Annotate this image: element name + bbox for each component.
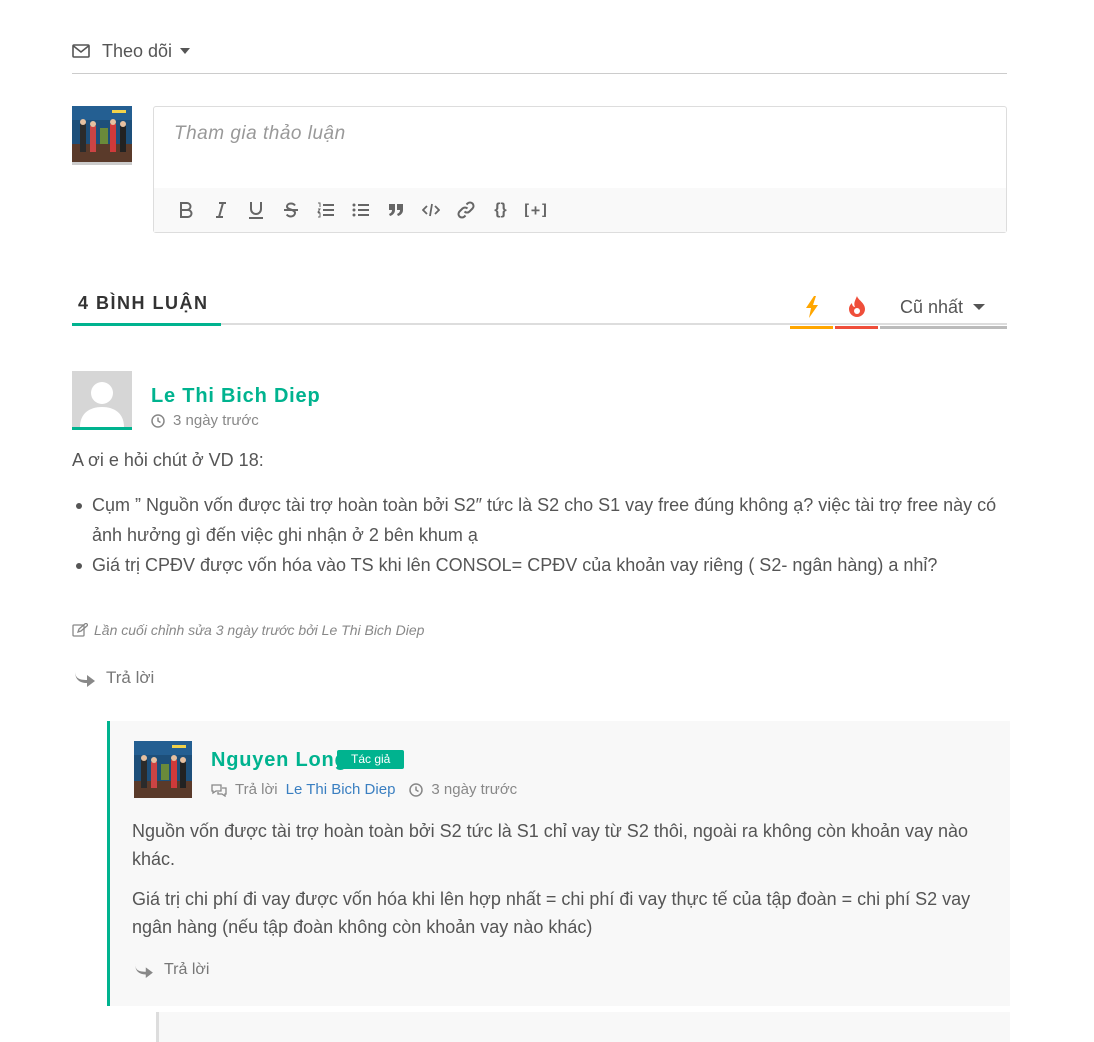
spoiler-button[interactable]: [+] [518,198,553,222]
reply-author-name[interactable]: Nguyen Long [211,749,348,772]
italic-button[interactable] [203,198,238,222]
caret-down-icon [973,304,986,310]
nested-reply [156,1012,1010,1042]
envelope-icon [72,44,90,58]
reply-label: Trả lời [106,668,155,687]
unordered-list-icon [352,203,369,217]
reply-label: Trả lời [164,961,210,978]
comments-icon [211,783,227,797]
list-item: Cụm ” Nguồn vốn được tài trợ hoàn toàn b… [76,490,1027,550]
reply-arrow-icon [135,963,153,978]
reply-button[interactable]: Trả lời [74,668,154,688]
comment-text: A ơi e hỏi chút ở VD 18: [72,450,264,470]
comment-author-name[interactable]: Le Thi Bich Diep [151,385,320,408]
sort-oldest-dropdown[interactable]: Cũ nhất [880,288,1007,329]
link-icon [456,201,475,219]
author-badge: Tác giả [337,750,405,769]
strikethrough-icon [283,202,298,218]
comment-timestamp[interactable]: 3 ngày trước [151,412,259,429]
unordered-list-button[interactable] [343,198,378,222]
link-button[interactable] [448,198,483,222]
caret-down-icon [180,48,191,54]
underline-icon [248,202,263,219]
sort-newest-button[interactable] [790,288,833,329]
code-icon [421,203,440,217]
ordered-list-icon [316,202,334,218]
clock-icon [409,782,424,797]
list-item: Giá trị CPĐV được vốn hóa vào TS khi lên… [76,550,1027,580]
last-edited-text: Lần cuối chỉnh sửa 3 ngày trước bởi Le T… [94,622,425,638]
ordered-list-button[interactable] [308,198,343,222]
reply-time[interactable]: 3 ngày trước [431,781,517,798]
strikethrough-button[interactable] [273,198,308,222]
reply-to-link[interactable]: Le Thi Bich Diep [286,781,396,798]
clock-icon [151,413,165,428]
current-user-avatar [72,106,132,165]
code-button[interactable] [413,198,448,222]
source-code-button[interactable]: {} [483,198,518,222]
reply-button[interactable]: Trả lời [134,961,209,979]
comment-time-text: 3 ngày trước [173,412,259,429]
editor-toolbar: {} [+] [154,188,1006,232]
last-edited-note: Lần cuối chỉnh sửa 3 ngày trước bởi Le T… [72,622,424,638]
reply-text: Nguồn vốn được tài trợ hoàn toàn bởi S2 … [132,821,969,869]
follow-label: Theo dõi [102,40,173,61]
edit-icon [72,623,88,637]
comments-header-active-line [72,323,221,326]
reply-text: Giá trị chi phí đi vay được vốn hóa khi … [132,889,971,937]
reply-meta: Trả lời Le Thi Bich Diep 3 ngày trước [211,781,517,798]
reply-author-avatar [134,741,192,798]
comment-author-avatar [72,371,132,430]
comments-count-title: 4 BÌNH LUẬN [78,293,209,313]
fire-icon [848,296,865,317]
sort-hottest-button[interactable] [835,288,878,329]
blockquote-button[interactable] [378,198,413,222]
bold-button[interactable] [168,198,203,222]
quote-icon [388,204,403,216]
reply-comment: Nguyen Long Tác giả Trả lời Le Thi Bich … [107,721,1010,1006]
composer-placeholder[interactable]: Tham gia thảo luận [174,123,346,145]
italic-icon [215,202,226,218]
reply-to-label: Trả lời [235,781,278,798]
follow-dropdown[interactable]: Theo dõi [72,36,191,66]
bold-icon [179,202,192,218]
underline-button[interactable] [238,198,273,222]
divider [72,73,1007,74]
sort-oldest-label: Cũ nhất [900,296,964,317]
comment-bullet-list: Cụm ” Nguồn vốn được tài trợ hoàn toàn b… [72,490,1027,580]
reply-arrow-icon [75,671,95,687]
bolt-icon [805,296,818,318]
comment-composer[interactable]: Tham gia thảo luận {} [+] [153,106,1007,233]
